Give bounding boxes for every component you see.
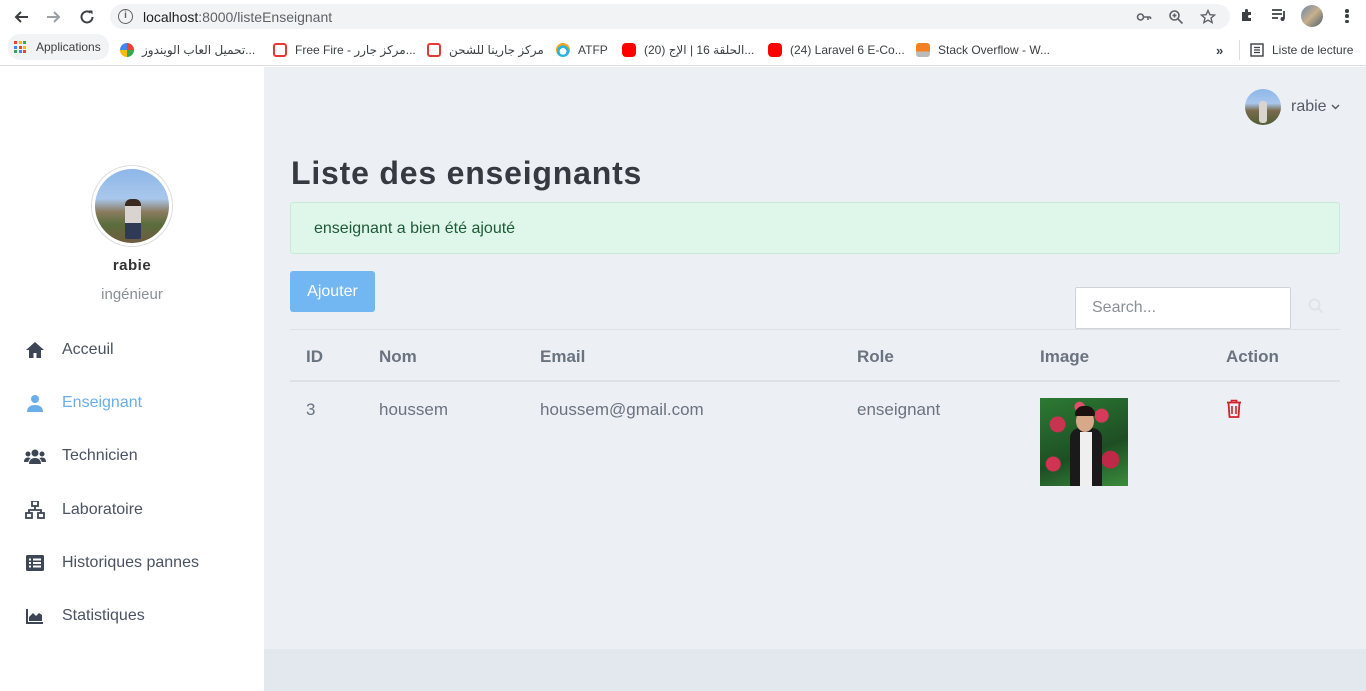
sidebar: rabie ingénieur Acceuil Enseignant Techn… <box>0 67 264 691</box>
sidebar-item-label: Historiques pannes <box>62 554 199 571</box>
bookmark-favicon-icon <box>120 43 134 57</box>
column-header-image: Image <box>1040 347 1090 366</box>
user-icon <box>24 394 46 412</box>
reading-list-label: Liste de lecture <box>1272 43 1354 57</box>
cell-role: enseignant <box>857 400 941 419</box>
bookmark-item[interactable]: (24) Laravel 6 E-Co... <box>768 40 905 60</box>
search-button[interactable] <box>1291 287 1340 329</box>
bookmark-item[interactable]: مركز جارينا للشحن <box>427 40 544 60</box>
cell-email: houssem@gmail.com <box>540 400 704 419</box>
stackoverflow-icon <box>916 43 930 57</box>
column-header-email: Email <box>540 347 586 366</box>
browser-menu-icon[interactable] <box>1338 7 1356 25</box>
success-alert: enseignant a bien été ajouté <box>290 202 1340 254</box>
bookmark-item[interactable]: ATFP <box>556 40 608 60</box>
chart-area-icon <box>24 607 46 625</box>
sidebar-item-historiques[interactable]: Historiques pannes <box>24 551 199 575</box>
more-bookmarks-button[interactable]: » <box>1216 40 1223 60</box>
users-icon <box>24 447 46 465</box>
back-arrow-icon[interactable] <box>10 6 32 28</box>
bookmark-label: Stack Overflow - W... <box>938 43 1051 57</box>
bookmark-item[interactable]: Free Fire - مركز جارر... <box>273 40 416 60</box>
footer <box>264 649 1366 691</box>
profile-avatar[interactable] <box>1301 5 1323 27</box>
sidebar-item-statistiques[interactable]: Statistiques <box>24 604 145 628</box>
cell-id: 3 <box>306 400 316 419</box>
trash-icon[interactable] <box>1226 399 1244 419</box>
reload-icon[interactable] <box>76 6 98 28</box>
column-header-action: Action <box>1226 347 1279 366</box>
bookmark-label: Applications <box>36 40 101 54</box>
bookmark-label: Free Fire - مركز جارر... <box>295 43 416 57</box>
browser-toolbar: i localhost:8000/listeEnseignant <box>0 0 1366 33</box>
reading-list-button[interactable]: Liste de lecture <box>1239 40 1353 60</box>
bookmark-item[interactable]: Stack Overflow - W... <box>916 40 1050 60</box>
bookmark-apps[interactable]: Applications <box>8 34 109 60</box>
bookmark-favicon-icon <box>427 43 441 57</box>
reading-list-icon <box>1250 43 1264 57</box>
youtube-icon <box>622 43 636 57</box>
apps-grid-icon <box>14 41 26 53</box>
list-icon <box>24 554 46 572</box>
site-info-icon[interactable]: i <box>118 9 133 24</box>
add-button[interactable]: Ajouter <box>290 271 375 312</box>
address-bar[interactable]: i localhost:8000/listeEnseignant <box>110 4 1230 29</box>
teacher-photo <box>1040 398 1128 486</box>
bookmark-favicon-icon <box>556 43 570 57</box>
youtube-icon <box>768 43 782 57</box>
bookmark-item[interactable]: تحميل العاب الويندوز... <box>120 40 255 60</box>
search-icon <box>1308 298 1324 319</box>
sidebar-item-label: Statistiques <box>62 607 145 624</box>
alert-message: enseignant a bien été ajouté <box>314 220 516 237</box>
sidebar-user-role: ingénieur <box>101 286 163 303</box>
sidebar-avatar <box>92 166 172 246</box>
url-text[interactable]: localhost:8000/listeEnseignant <box>143 9 332 25</box>
column-header-role: Role <box>857 347 894 366</box>
sidebar-item-acceuil[interactable]: Acceuil <box>24 338 114 362</box>
avatar <box>1245 89 1281 125</box>
sidebar-item-label: Acceuil <box>62 341 114 358</box>
page-title: Liste des enseignants <box>291 155 643 191</box>
bookmark-item[interactable]: (20) الحلقة 16 | الإج... <box>622 40 754 60</box>
sidebar-item-enseignant[interactable]: Enseignant <box>24 391 142 415</box>
bookmark-label: مركز جارينا للشحن <box>449 43 544 57</box>
media-queue-icon[interactable] <box>1270 7 1288 25</box>
star-icon[interactable] <box>1199 8 1217 25</box>
search-input[interactable] <box>1075 287 1291 329</box>
user-dropdown[interactable]: rabie <box>1245 89 1340 125</box>
sitemap-icon <box>24 501 46 519</box>
sidebar-user-name: rabie <box>112 257 152 274</box>
home-icon <box>24 341 46 359</box>
extensions-icon[interactable] <box>1238 7 1256 25</box>
bookmark-label: (24) Laravel 6 E-Co... <box>790 43 905 57</box>
bookmark-label: (20) الحلقة 16 | الإج... <box>644 43 755 57</box>
table-header: ID Nom Email Role Image Action <box>290 329 1340 382</box>
chevron-down-icon <box>1331 102 1340 113</box>
column-header-nom: Nom <box>379 347 417 366</box>
header-user-name: rabie <box>1291 98 1327 115</box>
key-icon[interactable] <box>1136 9 1152 25</box>
bookmark-favicon-icon <box>273 43 287 57</box>
zoom-icon[interactable] <box>1168 9 1184 25</box>
bookmark-label: ATFP <box>578 43 608 57</box>
bookmark-label: تحميل العاب الويندوز... <box>142 43 256 57</box>
cell-nom: houssem <box>379 400 448 419</box>
sidebar-item-label: Technicien <box>62 447 138 464</box>
column-header-id: ID <box>306 347 323 366</box>
sidebar-item-label: Laboratoire <box>62 501 143 518</box>
sidebar-item-technicien[interactable]: Technicien <box>24 444 138 468</box>
sidebar-item-label: Enseignant <box>62 394 143 411</box>
sidebar-item-laboratoire[interactable]: Laboratoire <box>24 498 143 522</box>
forward-arrow-icon[interactable] <box>43 6 65 28</box>
